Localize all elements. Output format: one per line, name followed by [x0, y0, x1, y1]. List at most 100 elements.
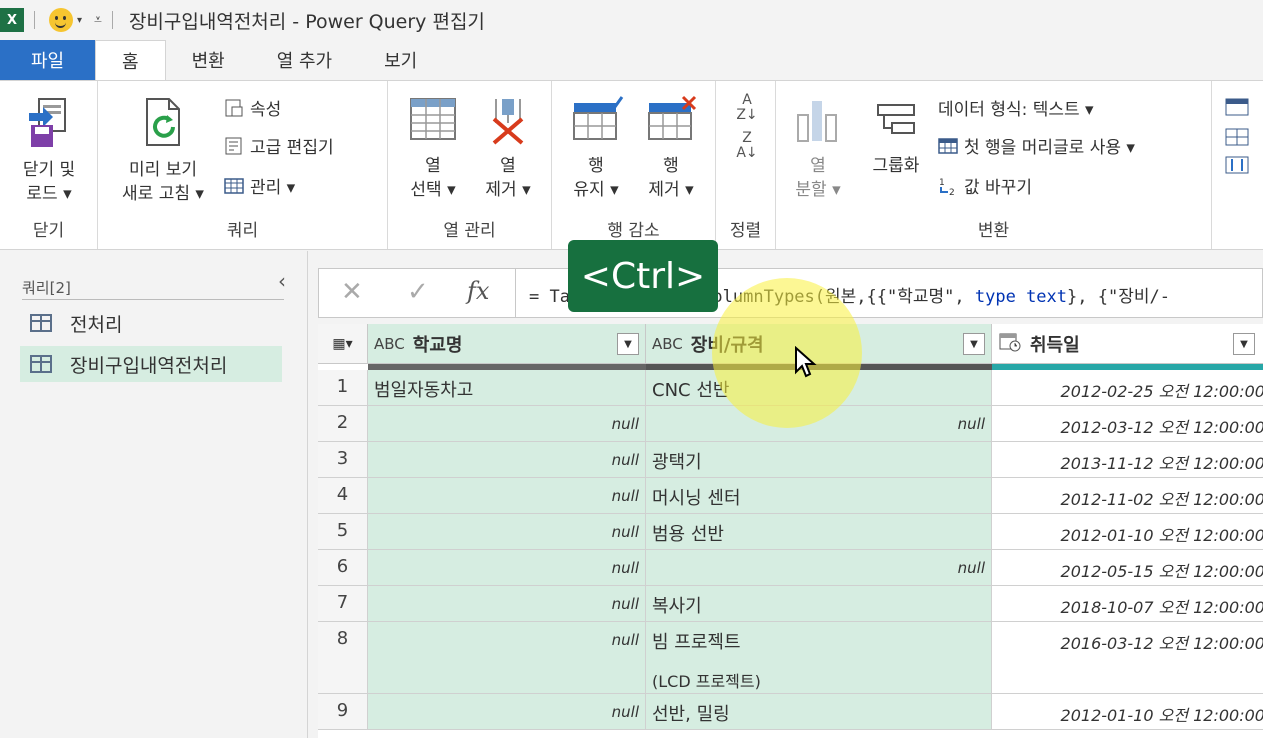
data-type-dropdown[interactable]: 데이터 형식: 텍스트 ▾: [938, 95, 1094, 120]
cell-acquired-date[interactable]: 2013-11-12 오전 12:00:00: [992, 442, 1263, 478]
cell-acquired-date[interactable]: 2012-11-02 오전 12:00:00: [992, 478, 1263, 514]
table-icon: [30, 314, 52, 332]
filter-dropdown-icon[interactable]: ▼: [617, 333, 639, 355]
column-header-acquired-date[interactable]: 취득일 ▼: [992, 324, 1263, 364]
choose-columns-button[interactable]: 열 선택 ▾: [398, 95, 468, 202]
cell-equipment[interactable]: 머시닝 센터: [646, 478, 992, 514]
row-number[interactable]: 8: [318, 622, 368, 694]
group-combine-partial: [1212, 81, 1263, 249]
cell-school[interactable]: null: [368, 406, 646, 442]
row-number[interactable]: 2: [318, 406, 368, 442]
cell-equipment[interactable]: 범용 선반: [646, 514, 992, 550]
column-header-equipment[interactable]: ABC 장비/규격 ▼: [646, 324, 992, 364]
cancel-icon[interactable]: ✕: [341, 277, 363, 307]
cell-equipment[interactable]: 복사기: [646, 586, 992, 622]
cell-text: 빔 프로젝트: [652, 632, 741, 653]
cell-school[interactable]: 범일자동차고: [368, 370, 646, 406]
text-type-icon[interactable]: ABC: [374, 335, 405, 353]
title-bar: X ▾ ⩡ 장비구입내역전처리 - Power Query 편집기: [0, 0, 1263, 40]
row-number[interactable]: 4: [318, 478, 368, 514]
cell-acquired-date[interactable]: 2012-05-15 오전 12:00:00: [992, 550, 1263, 586]
advanced-editor-button[interactable]: 고급 편집기: [224, 133, 334, 158]
group-label: 쿼리: [226, 221, 259, 241]
cell-acquired-date[interactable]: 2012-03-12 오전 12:00:00: [992, 406, 1263, 442]
remove-columns-button[interactable]: 열 제거 ▾: [472, 95, 544, 202]
formula-bar: ✕ ✓ fx = Ta mColumnTypes(원본,{{"학교명", type…: [318, 268, 1263, 318]
cell-school[interactable]: null: [368, 586, 646, 622]
divider: [22, 299, 284, 300]
fx-icon: fx: [467, 277, 490, 305]
quick-access-customize-icon[interactable]: ⩡: [94, 12, 102, 28]
cell-equipment[interactable]: 광택기: [646, 442, 992, 478]
row-number[interactable]: 5: [318, 514, 368, 550]
tab-transform[interactable]: 변환: [166, 40, 251, 80]
tab-view[interactable]: 보기: [358, 40, 443, 80]
chevron-down-icon[interactable]: ▾: [77, 15, 82, 26]
manage-button[interactable]: 관리 ▾: [224, 173, 295, 198]
row-number[interactable]: 6: [318, 550, 368, 586]
row-number[interactable]: 7: [318, 586, 368, 622]
cell-equipment[interactable]: CNC 선반: [646, 370, 992, 406]
row-number[interactable]: 9: [318, 694, 368, 730]
window-title: 장비구입내역전처리 - Power Query 편집기: [128, 10, 485, 33]
close-and-load-button[interactable]: 닫기 및 로드 ▾: [8, 95, 90, 206]
ribbon: 닫기 및 로드 ▾ 닫기 미리 보기 새로 고침 ▾ 속성 고급 편집기 관리 …: [0, 80, 1263, 250]
sort-ascending-button[interactable]: A Z↓: [730, 93, 764, 123]
filter-dropdown-icon[interactable]: ▼: [1233, 333, 1255, 355]
cell-school[interactable]: null: [368, 622, 646, 694]
sort-descending-button[interactable]: Z A↓: [730, 131, 764, 161]
confirm-icon[interactable]: ✓: [407, 277, 429, 307]
column-header-school[interactable]: ABC 학교명 ▼: [368, 324, 646, 364]
use-first-row-headers-button[interactable]: 첫 행을 머리글로 사용 ▾: [938, 133, 1135, 158]
cell-text: (LCD 프로젝트): [652, 672, 761, 691]
cell-acquired-date[interactable]: 2012-01-10 오전 12:00:00: [992, 514, 1263, 550]
group-close: 닫기 및 로드 ▾ 닫기: [0, 81, 98, 249]
remove-rows-button[interactable]: 행 제거 ▾: [634, 95, 708, 202]
query-item-equipment-preprocess[interactable]: 장비구입내역전처리: [20, 346, 282, 382]
cell-acquired-date[interactable]: 2012-01-10 오전 12:00:00: [992, 694, 1263, 730]
group-label: 행 감소: [607, 221, 660, 241]
cell-equipment[interactable]: 선반, 밀링: [646, 694, 992, 730]
cell-equipment[interactable]: 빔 프로젝트 (LCD 프로젝트): [646, 622, 992, 694]
data-grid: ▦▾ ABC 학교명 ▼ ABC 장비/규격 ▼ 취득일 ▼ 1 범일자동차고 CN…: [318, 324, 1263, 738]
queries-header: 쿼리[2]: [22, 279, 71, 297]
refresh-preview-button[interactable]: 미리 보기 새로 고침 ▾: [108, 95, 218, 206]
key-overlay: <Ctrl>: [568, 240, 718, 312]
collapse-pane-icon[interactable]: ‹: [278, 269, 286, 293]
row-number[interactable]: 3: [318, 442, 368, 478]
filter-dropdown-icon[interactable]: ▼: [963, 333, 985, 355]
group-reduce-rows: 행 유지 ▾ 행 제거 ▾ 행 감소: [552, 81, 716, 249]
cell-school[interactable]: null: [368, 478, 646, 514]
row-number[interactable]: 1: [318, 370, 368, 406]
sort-descending-icon: Z A↓: [736, 130, 758, 161]
svg-text:2: 2: [949, 188, 955, 196]
feedback-smiley-icon[interactable]: [49, 8, 73, 32]
table-menu-icon[interactable]: ▦▾: [318, 324, 368, 364]
close-load-icon: [29, 98, 66, 147]
query-item-preprocess[interactable]: 전처리: [20, 305, 282, 341]
keep-rows-button[interactable]: 행 유지 ▾: [560, 95, 632, 202]
tab-file[interactable]: 파일: [0, 40, 95, 80]
split-column-button[interactable]: 열 분할 ▾: [782, 95, 854, 202]
cell-school[interactable]: null: [368, 694, 646, 730]
group-by-button[interactable]: 그룹화: [860, 95, 932, 178]
group-query: 미리 보기 새로 고침 ▾ 속성 고급 편집기 관리 ▾ 쿼리: [98, 81, 388, 249]
advanced-editor-icon: [225, 137, 242, 154]
cell-acquired-date[interactable]: 2016-03-12 오전 12:00:00: [992, 622, 1263, 694]
separator: [34, 11, 35, 29]
cell-school[interactable]: null: [368, 442, 646, 478]
cell-acquired-date[interactable]: 2018-10-07 오전 12:00:00: [992, 586, 1263, 622]
text-type-icon[interactable]: ABC: [652, 335, 683, 353]
cell-school[interactable]: null: [368, 550, 646, 586]
group-sort: A Z↓ Z A↓ 정렬: [716, 81, 776, 249]
mouse-cursor-icon: [795, 346, 817, 378]
cell-school[interactable]: null: [368, 514, 646, 550]
tab-add-column[interactable]: 열 추가: [251, 40, 358, 80]
cell-equipment[interactable]: null: [646, 406, 992, 442]
cell-acquired-date[interactable]: 2012-02-25 오전 12:00:00: [992, 370, 1263, 406]
cell-equipment[interactable]: null: [646, 550, 992, 586]
properties-button[interactable]: 속성: [224, 95, 281, 120]
date-time-icon[interactable]: [998, 331, 1022, 357]
tab-home[interactable]: 홈: [95, 40, 166, 80]
replace-values-button[interactable]: 12 값 바꾸기: [938, 173, 1032, 199]
